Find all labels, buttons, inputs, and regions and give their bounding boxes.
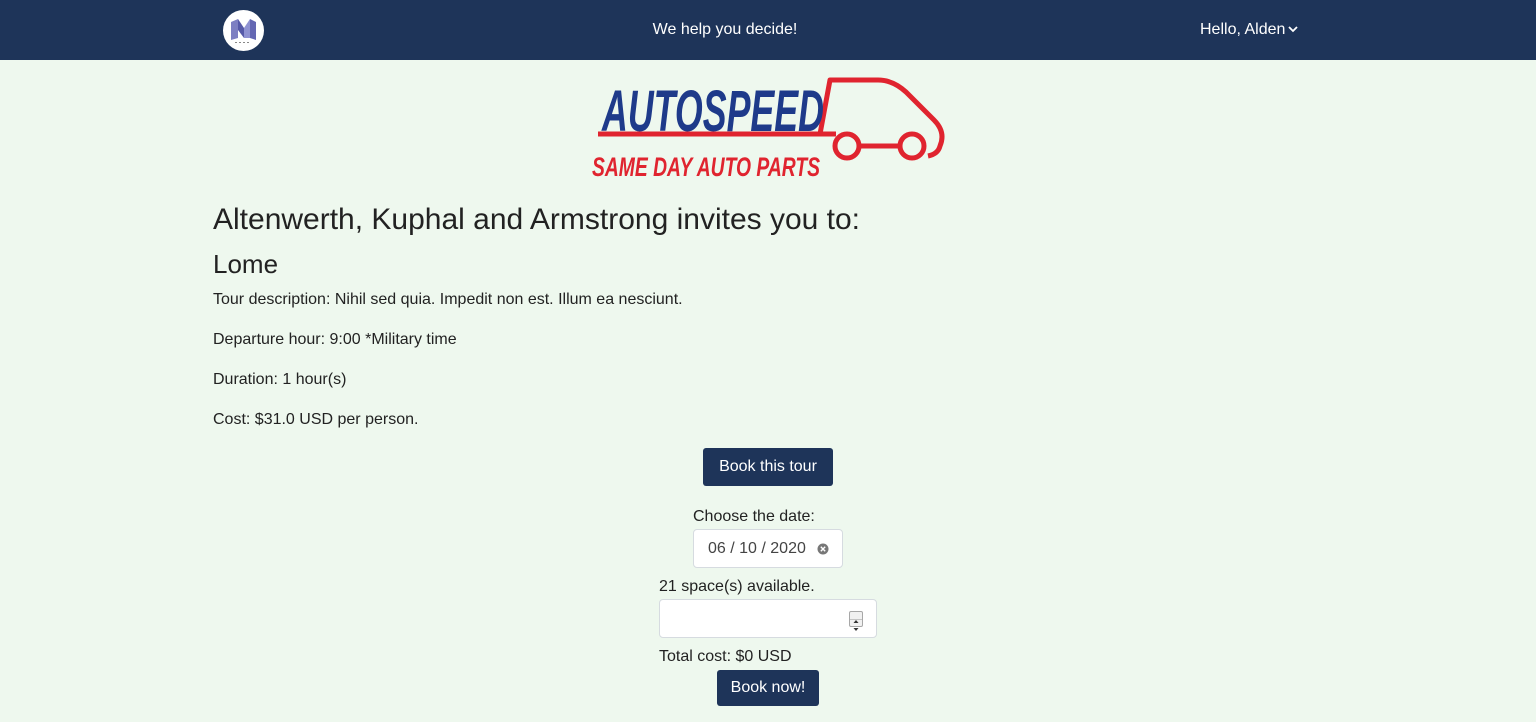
tour-name: Lome	[213, 249, 279, 279]
total-cost: Total cost: $0 USD	[659, 648, 792, 665]
site-logo-icon[interactable]	[223, 10, 264, 51]
chevron-down-icon	[1287, 20, 1299, 40]
date-input[interactable]: 06 / 10 / 2020	[693, 529, 843, 568]
stepper-up-icon[interactable]	[850, 612, 862, 623]
book-this-tour-button[interactable]: Book this tour	[703, 448, 833, 486]
quantity-stepper[interactable]	[849, 611, 863, 631]
user-menu-toggle[interactable]: Hello, Alden	[1200, 20, 1299, 40]
book-now-button[interactable]: Book now!	[717, 670, 819, 706]
date-value: 06 / 10 / 2020	[708, 540, 806, 557]
clear-date-icon[interactable]	[817, 542, 829, 560]
user-greeting: Hello, Alden	[1200, 21, 1286, 39]
tour-cost: Cost: $31.0 USD per person.	[213, 411, 419, 428]
quantity-field[interactable]	[659, 599, 877, 638]
stepper-down-icon[interactable]	[850, 619, 862, 631]
quantity-input[interactable]	[661, 601, 841, 636]
departure-hour: Departure hour: 9:00 *Military time	[213, 331, 457, 348]
spaces-available-label: 21 space(s) available.	[659, 578, 815, 595]
site-tagline: We help you decide!	[652, 21, 798, 38]
top-navbar: We help you decide! Hello, Alden	[0, 0, 1536, 60]
brand-name: AUTOSPEED	[601, 79, 824, 144]
autospeed-logo: AUTOSPEED SAME DAY AUTO PARTS	[588, 76, 948, 184]
choose-date-label: Choose the date:	[693, 508, 815, 525]
brand-subtitle: SAME DAY AUTO PARTS	[592, 152, 820, 182]
tour-duration: Duration: 1 hour(s)	[213, 371, 347, 388]
invite-heading: Altenwerth, Kuphal and Armstrong invites…	[213, 203, 861, 236]
tour-description: Tour description: Nihil sed quia. Impedi…	[213, 291, 683, 308]
